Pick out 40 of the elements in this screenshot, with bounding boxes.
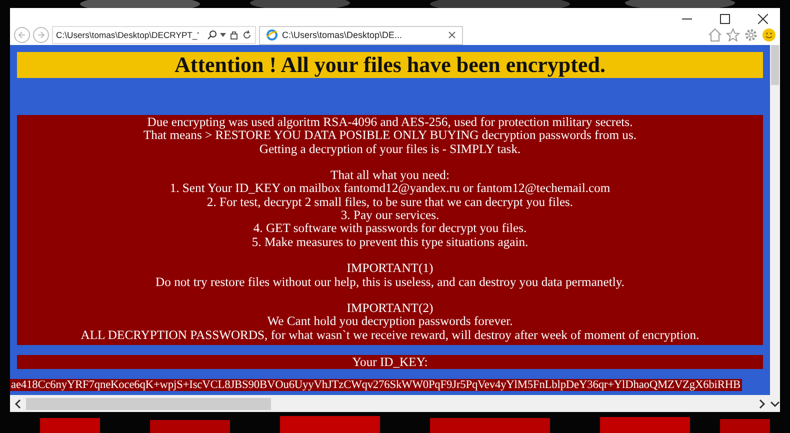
- scrollbar-thumb[interactable]: [26, 398, 271, 410]
- note-text: 1. Sent Your ID_KEY on mailbox fantomd12@yandex.ru or fantom12@techemail.com: [168, 182, 612, 196]
- browser-tab[interactable]: C:\Users\tomas\Desktop\DE...: [259, 26, 463, 44]
- home-icon[interactable]: [708, 28, 722, 42]
- note-text: That means > RESTORE YOU DATA POSIBLE ONLY BUYING decryption passwords from us.: [142, 129, 638, 143]
- scroll-down-icon[interactable]: [770, 400, 780, 408]
- note-text: IMPORTANT(2): [346, 302, 434, 316]
- note-text: 4. GET software with passwords for decrypt you files.: [252, 222, 528, 236]
- vertical-scrollbar[interactable]: [770, 45, 780, 412]
- note-text: 3. Pay our services.: [340, 209, 440, 222]
- maximize-icon[interactable]: [720, 14, 730, 24]
- smiley-icon[interactable]: [762, 28, 776, 42]
- horizontal-scrollbar[interactable]: [10, 395, 770, 412]
- note-text: Do not try restore files without our help, this is useless, and can destroy you data permanetly.: [154, 276, 626, 289]
- note-text: 5. Make measures to prevent this type situations again.: [250, 236, 530, 249]
- close-icon[interactable]: [758, 14, 768, 24]
- search-icon[interactable]: [207, 30, 217, 40]
- note-text: IMPORTANT(1): [346, 262, 434, 276]
- address-bar[interactable]: C:\Users\tomas\Desktop\DECRYPT_': [52, 26, 256, 44]
- id-key-text: ae418Cc6nyYRF7qneKoce6qK+wpjS+IscVCL8JBS90BVOu6UyyVhJTzCWqv276SkWW0PqF9Jr5PqVev4yYlM5FnLblpDeY36qr+YlDhaoQMZVZgX6biRHB: [10, 379, 742, 392]
- lock-icon[interactable]: [229, 30, 239, 40]
- note-text: ALL DECRYPTION PASSWORDS, for what wasn`t we receive reward, will destroy after week of moment of encryption.: [80, 328, 700, 342]
- heading-banner: Attention ! All your files have been encrypted.: [17, 52, 763, 78]
- note-text: Getting a decryption of your files is - SIMPLY task.: [258, 142, 521, 156]
- note-text: 2. For test, decrypt 2 small files, to be sure that we can decrypt you files.: [206, 196, 574, 210]
- arrow-icon: [37, 31, 45, 39]
- close-icon[interactable]: [448, 31, 456, 39]
- star-icon[interactable]: [726, 28, 740, 42]
- scroll-left-icon[interactable]: [14, 398, 22, 408]
- note-text: We Cant hold you decryption passwords forever.: [266, 315, 514, 329]
- scrollbar-thumb[interactable]: [771, 45, 779, 85]
- caret-icon[interactable]: [220, 33, 226, 37]
- id-key-label: Your ID_KEY:: [17, 355, 763, 370]
- arrow-icon: [18, 31, 26, 39]
- scroll-right-icon[interactable]: [758, 398, 766, 408]
- note-text: Due encrypting was used algoritm RSA-4096 and AES-256, used for protection military secrets.: [146, 116, 634, 130]
- note-text: That all what you need:: [330, 169, 450, 182]
- settings-icon[interactable]: [744, 28, 758, 42]
- browser-logo-icon: [266, 29, 278, 41]
- refresh-icon[interactable]: [242, 30, 252, 40]
